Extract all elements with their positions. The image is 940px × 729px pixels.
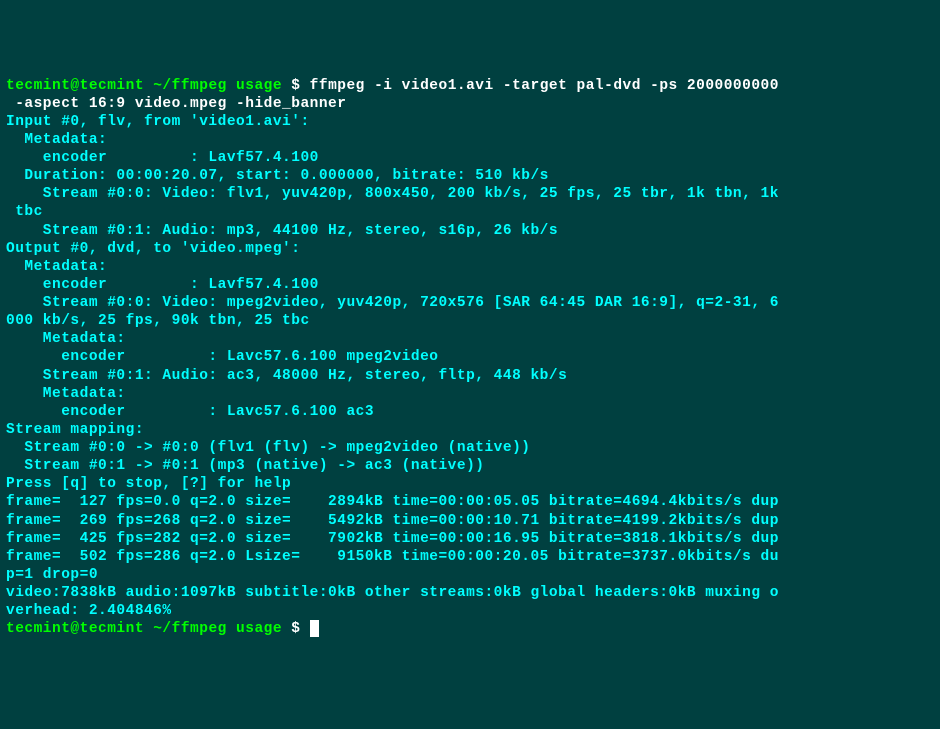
output-line: 000 kb/s, 25 fps, 90k tbn, 25 tbc	[6, 312, 934, 330]
output-line: Stream mapping:	[6, 421, 934, 439]
output-line: frame= 502 fps=286 q=2.0 Lsize= 9150kB t…	[6, 548, 934, 566]
prompt-dollar: $	[291, 78, 300, 94]
output-line: encoder : Lavc57.6.100 mpeg2video	[6, 348, 934, 366]
output-line: encoder : Lavf57.4.100	[6, 149, 934, 167]
output-line: p=1 drop=0	[6, 566, 934, 584]
output-line: tbc	[6, 203, 934, 221]
output-line: verhead: 2.404846%	[6, 602, 934, 620]
output-line: encoder : Lavf57.4.100	[6, 276, 934, 294]
output-line: Stream #0:1: Audio: mp3, 44100 Hz, stere…	[6, 222, 934, 240]
prompt-line-1[interactable]: tecmint@tecmint ~/ffmpeg usage $ ffmpeg …	[6, 77, 934, 95]
output-line: Stream #0:1 -> #0:1 (mp3 (native) -> ac3…	[6, 457, 934, 475]
output-line: Metadata:	[6, 258, 934, 276]
prompt-path: ~/ffmpeg usage	[153, 78, 282, 94]
command-text-1: ffmpeg -i video1.avi -target pal-dvd -ps…	[310, 78, 779, 94]
output-line: Duration: 00:00:20.07, start: 0.000000, …	[6, 167, 934, 185]
output-line: Press [q] to stop, [?] for help	[6, 475, 934, 493]
prompt-user-host: tecmint@tecmint	[6, 78, 144, 94]
output-line: Metadata:	[6, 385, 934, 403]
output-line: Stream #0:0: Video: flv1, yuv420p, 800x4…	[6, 185, 934, 203]
output-line: Metadata:	[6, 131, 934, 149]
prompt-user-host: tecmint@tecmint	[6, 621, 144, 637]
output-line: Stream #0:1: Audio: ac3, 48000 Hz, stere…	[6, 367, 934, 385]
output-line: Input #0, flv, from 'video1.avi':	[6, 113, 934, 131]
output-line: frame= 425 fps=282 q=2.0 size= 7902kB ti…	[6, 530, 934, 548]
output-line: frame= 269 fps=268 q=2.0 size= 5492kB ti…	[6, 512, 934, 530]
prompt-dollar: $	[291, 621, 300, 637]
output-line: encoder : Lavc57.6.100 ac3	[6, 403, 934, 421]
output-line: Stream #0:0: Video: mpeg2video, yuv420p,…	[6, 294, 934, 312]
command-text-2: -aspect 16:9 video.mpeg -hide_banner	[6, 95, 934, 113]
output-line: Stream #0:0 -> #0:0 (flv1 (flv) -> mpeg2…	[6, 439, 934, 457]
output-line: frame= 127 fps=0.0 q=2.0 size= 2894kB ti…	[6, 493, 934, 511]
prompt-path: ~/ffmpeg usage	[153, 621, 282, 637]
output-line: Metadata:	[6, 330, 934, 348]
output-line: Output #0, dvd, to 'video.mpeg':	[6, 240, 934, 258]
prompt-line-2[interactable]: tecmint@tecmint ~/ffmpeg usage $	[6, 620, 934, 638]
output-line: video:7838kB audio:1097kB subtitle:0kB o…	[6, 584, 934, 602]
